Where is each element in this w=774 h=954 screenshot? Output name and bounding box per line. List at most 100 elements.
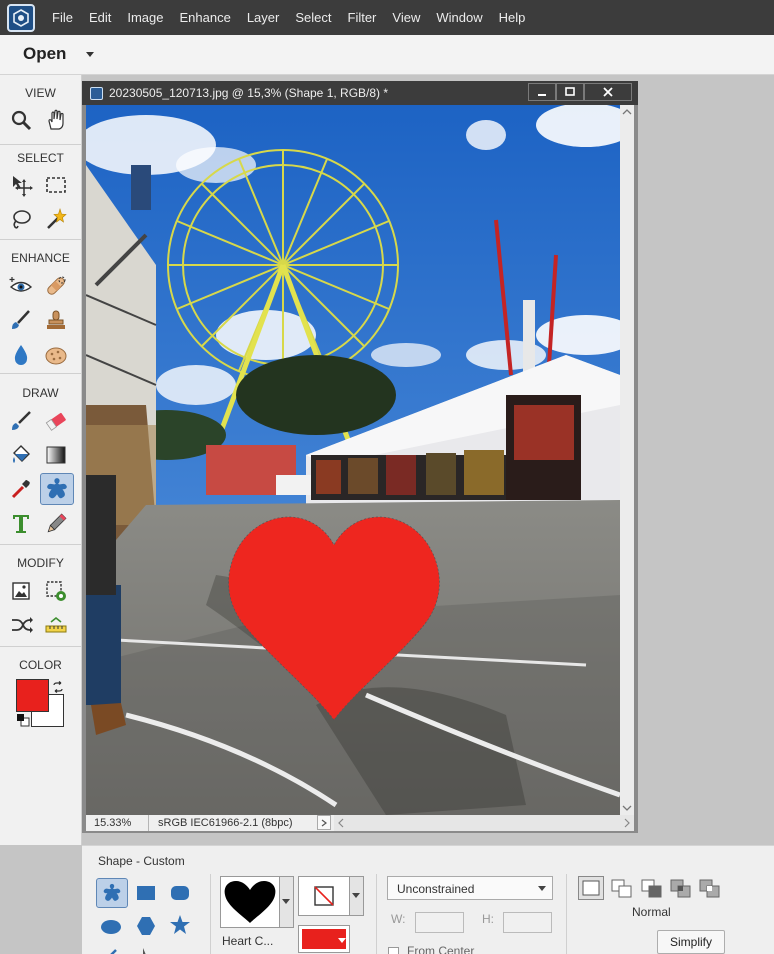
document-canvas[interactable] xyxy=(86,105,620,815)
menu-bar: File Edit Image Enhance Layer Select Fil… xyxy=(0,0,774,35)
crop-tool-icon[interactable] xyxy=(7,577,35,605)
constraint-dropdown[interactable]: Unconstrained xyxy=(387,876,553,900)
separator xyxy=(0,544,81,545)
add-to-shape-button[interactable] xyxy=(610,878,634,900)
height-input[interactable] xyxy=(503,912,552,933)
smart-brush-tool-icon[interactable] xyxy=(7,306,35,334)
open-dropdown-icon[interactable] xyxy=(86,52,94,57)
open-bar: Open xyxy=(0,35,774,75)
selection-shape-button[interactable] xyxy=(140,946,154,954)
menu-layer[interactable]: Layer xyxy=(239,0,288,35)
recompose-tool-icon[interactable] xyxy=(42,577,70,605)
shape-color-picker[interactable] xyxy=(298,925,350,953)
vertical-scrollbar[interactable] xyxy=(620,105,634,815)
maximize-button[interactable] xyxy=(556,83,584,101)
separator xyxy=(210,874,211,954)
document-title: 20230505_120713.jpg @ 15,3% (Shape 1, RG… xyxy=(109,86,389,100)
menu-enhance[interactable]: Enhance xyxy=(172,0,239,35)
custom-shape-button[interactable] xyxy=(96,878,128,908)
toolbox-panel: VIEW SELECT ENHANCE DRAW MODIFY COLOR xyxy=(0,75,82,845)
width-input[interactable] xyxy=(415,912,464,933)
text-tool-icon[interactable] xyxy=(7,510,35,538)
section-label-color: COLOR xyxy=(19,658,62,672)
separator xyxy=(376,874,377,954)
intersect-shape-button[interactable] xyxy=(669,878,693,900)
eyedropper-tool-icon[interactable] xyxy=(7,475,35,503)
star-shape-button[interactable] xyxy=(168,913,192,937)
exclude-overlap-button[interactable] xyxy=(698,878,722,900)
separator xyxy=(0,373,81,374)
separator xyxy=(0,144,81,145)
document-window: 20230505_120713.jpg @ 15,3% (Shape 1, RG… xyxy=(82,81,638,833)
app-logo-icon[interactable] xyxy=(7,3,35,32)
section-label-view: VIEW xyxy=(25,86,56,100)
menu-image[interactable]: Image xyxy=(119,0,171,35)
status-info-menu-button[interactable] xyxy=(317,815,331,830)
style-picker[interactable] xyxy=(298,876,350,916)
spot-healing-tool-icon[interactable] xyxy=(42,272,70,300)
custom-shape-tool-icon[interactable] xyxy=(40,473,74,505)
clone-stamp-tool-icon[interactable] xyxy=(42,306,70,334)
ellipse-shape-button[interactable] xyxy=(98,916,124,938)
paint-bucket-tool-icon[interactable] xyxy=(7,441,35,469)
menu-edit[interactable]: Edit xyxy=(81,0,119,35)
shape-picker[interactable] xyxy=(220,876,280,928)
document-status-bar: 15.33% sRGB IEC61966-2.1 (8bpc) xyxy=(86,815,634,831)
chevron-down-icon xyxy=(282,899,290,904)
pencil-tool-icon[interactable] xyxy=(42,510,70,538)
line-shape-button[interactable] xyxy=(104,946,128,954)
menu-select[interactable]: Select xyxy=(287,0,339,35)
minimize-button[interactable] xyxy=(528,83,556,101)
chevron-down-icon xyxy=(338,938,346,943)
zoom-tool-icon[interactable] xyxy=(7,106,35,134)
swap-colors-icon[interactable] xyxy=(52,680,64,698)
horizontal-scrollbar[interactable] xyxy=(334,815,634,831)
magic-wand-tool-icon[interactable] xyxy=(42,205,70,233)
polygon-shape-button[interactable] xyxy=(134,914,158,938)
style-picker-dropdown[interactable] xyxy=(350,876,364,916)
hand-tool-icon[interactable] xyxy=(42,106,70,134)
rectangle-shape-button[interactable] xyxy=(134,882,158,904)
menu-window[interactable]: Window xyxy=(428,0,490,35)
sponge-tool-icon[interactable] xyxy=(42,341,70,369)
close-button[interactable] xyxy=(584,83,632,101)
width-label: W: xyxy=(391,912,406,926)
separator xyxy=(0,239,81,240)
menu-filter[interactable]: Filter xyxy=(340,0,385,35)
marquee-tool-icon[interactable] xyxy=(42,171,70,199)
shape-name-label: Heart C... xyxy=(222,934,274,948)
straighten-tool-icon[interactable] xyxy=(42,611,70,639)
section-label-modify: MODIFY xyxy=(17,556,64,570)
tool-options-panel: Shape - Custom Heart C... Unconstrained … xyxy=(82,845,774,954)
tool-options-title: Shape - Custom xyxy=(98,854,185,868)
chevron-down-icon xyxy=(538,886,546,891)
document-title-bar[interactable]: 20230505_120713.jpg @ 15,3% (Shape 1, RG… xyxy=(82,81,638,105)
menu-view[interactable]: View xyxy=(384,0,428,35)
shape-picker-dropdown[interactable] xyxy=(280,876,294,928)
menu-file[interactable]: File xyxy=(44,0,81,35)
content-aware-move-tool-icon[interactable] xyxy=(7,611,35,639)
lasso-tool-icon[interactable] xyxy=(7,205,35,233)
new-shape-layer-button[interactable] xyxy=(578,876,604,900)
default-colors-icon[interactable] xyxy=(16,713,30,732)
section-label-select: SELECT xyxy=(17,151,64,165)
section-label-draw: DRAW xyxy=(22,386,59,400)
separator xyxy=(148,815,149,831)
red-eye-tool-icon[interactable] xyxy=(7,272,35,300)
eraser-tool-icon[interactable] xyxy=(42,407,70,435)
rounded-rectangle-shape-button[interactable] xyxy=(168,882,192,904)
brush-tool-icon[interactable] xyxy=(7,407,35,435)
constraint-value: Unconstrained xyxy=(397,882,475,896)
blur-tool-icon[interactable] xyxy=(7,341,35,369)
separator xyxy=(566,874,567,954)
simplify-button[interactable]: Simplify xyxy=(657,930,725,954)
open-button[interactable]: Open xyxy=(23,44,66,64)
subtract-from-shape-button[interactable] xyxy=(640,878,664,900)
move-tool-icon[interactable] xyxy=(7,171,35,199)
zoom-level[interactable]: 15.33% xyxy=(94,817,131,829)
from-center-checkbox[interactable] xyxy=(388,947,399,954)
color-profile-info: sRGB IEC61966-2.1 (8bpc) xyxy=(158,817,293,829)
gradient-tool-icon[interactable] xyxy=(42,441,70,469)
menu-help[interactable]: Help xyxy=(491,0,534,35)
foreground-color-swatch[interactable] xyxy=(16,679,49,712)
